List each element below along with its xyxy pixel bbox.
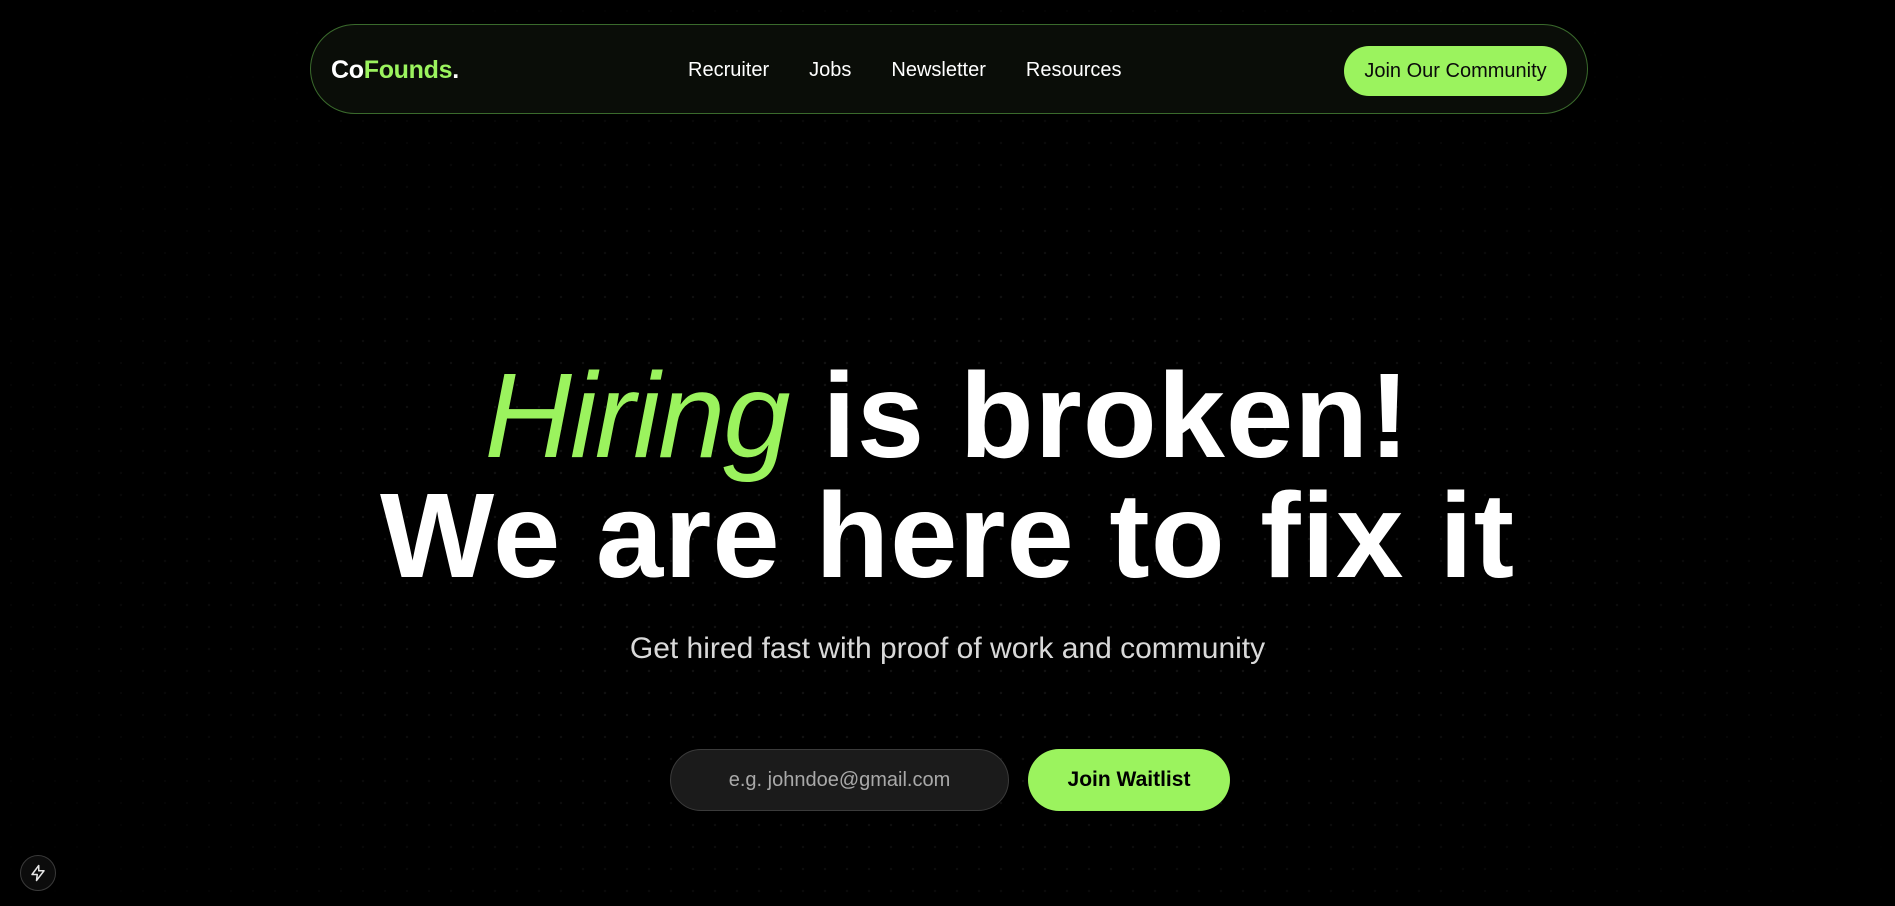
hero-headline-rest: is broken! bbox=[822, 347, 1411, 483]
top-navbar: CoFounds. Recruiter Jobs Newsletter Reso… bbox=[310, 24, 1588, 114]
hero-subtitle: Get hired fast with proof of work and co… bbox=[629, 632, 1266, 665]
logo-part-co: Co bbox=[331, 56, 364, 84]
corner-badge-button[interactable] bbox=[20, 855, 56, 891]
nav-link-newsletter[interactable]: Newsletter bbox=[891, 59, 985, 82]
hero-headline-line-2: We are here to fix it bbox=[380, 467, 1515, 603]
hero-headline-line-1: Hiring is broken! bbox=[0, 350, 1895, 480]
logo[interactable]: CoFounds. bbox=[331, 25, 459, 115]
join-community-button[interactable]: Join Our Community bbox=[1344, 46, 1567, 96]
hero-headline-accent: Hiring bbox=[484, 347, 791, 483]
email-input[interactable] bbox=[670, 749, 1009, 811]
logo-period: . bbox=[452, 56, 459, 84]
lightning-bolt-icon bbox=[31, 864, 45, 882]
nav-link-recruiter[interactable]: Recruiter bbox=[688, 59, 769, 82]
join-waitlist-button[interactable]: Join Waitlist bbox=[1028, 749, 1230, 811]
nav-link-resources[interactable]: Resources bbox=[1026, 59, 1122, 82]
logo-part-founds: Founds bbox=[363, 56, 453, 84]
nav-link-jobs[interactable]: Jobs bbox=[809, 59, 851, 82]
nav-links: Recruiter Jobs Newsletter Resources bbox=[688, 25, 1121, 115]
